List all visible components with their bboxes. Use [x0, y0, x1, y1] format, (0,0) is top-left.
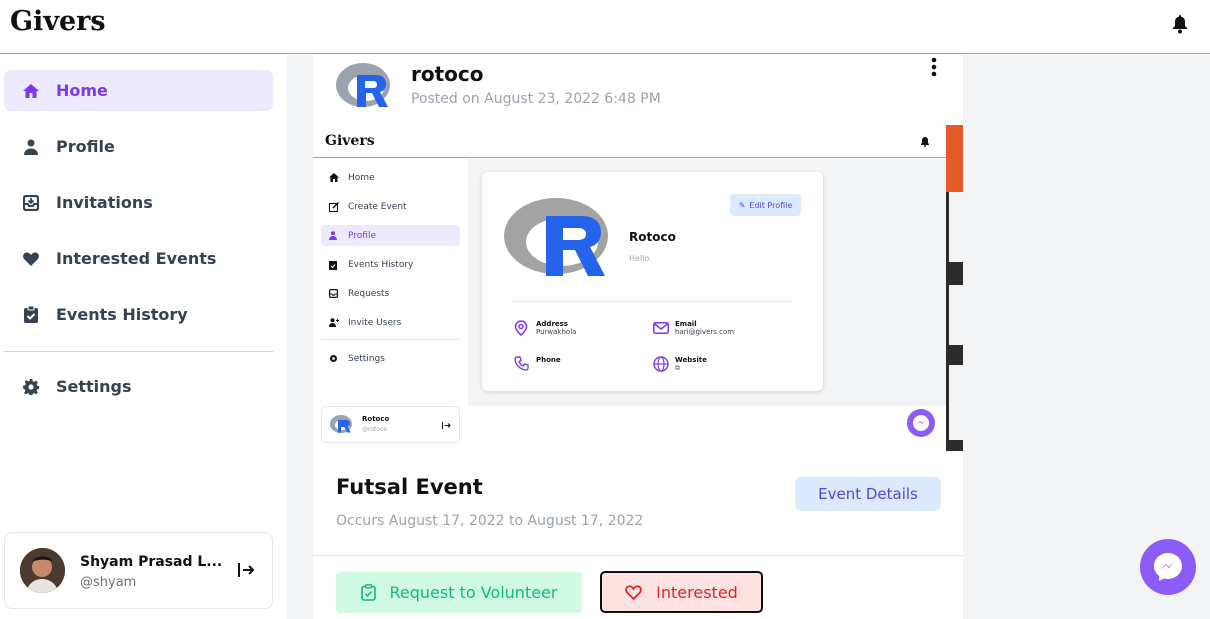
- post-card: rotoco Posted on August 23, 2022 6:48 PM…: [313, 55, 963, 619]
- sidebar-divider: [4, 351, 273, 352]
- user-card[interactable]: Shyam Prasad L... @shyam: [4, 532, 273, 609]
- image-home-icon: [329, 173, 339, 182]
- image-profile-card: ✎ Edit Profile Rotoco Hello Address Purwak…: [482, 172, 823, 391]
- image-nav-events-history: Events History: [321, 254, 460, 275]
- image-edit-profile-button: ✎ Edit Profile: [730, 194, 801, 216]
- request-to-volunteer-button[interactable]: Request to Volunteer: [336, 572, 582, 613]
- image-phone-icon: [514, 356, 529, 371]
- event-divider: [313, 555, 963, 556]
- image-user-avatar: [330, 415, 352, 433]
- event-details-button[interactable]: Event Details: [795, 477, 941, 511]
- image-mail-icon: [653, 322, 669, 334]
- sidebar-item-invitations[interactable]: Invitations: [4, 182, 273, 223]
- image-profile-divider: [512, 301, 792, 302]
- image-edit-icon: [329, 201, 339, 212]
- gear-icon: [22, 378, 40, 396]
- image-header: Givers: [313, 125, 946, 158]
- bell-icon[interactable]: [1172, 14, 1188, 38]
- image-right-edge: [946, 125, 963, 451]
- home-icon: [22, 82, 40, 100]
- image-content: ✎ Edit Profile Rotoco Hello Address Purwak…: [468, 159, 946, 406]
- post-image[interactable]: Givers Home Create Event Profile Events …: [313, 125, 963, 451]
- image-location-icon: [514, 320, 528, 336]
- sidebar-item-label: Settings: [56, 377, 132, 396]
- sidebar-item-interested-events[interactable]: Interested Events: [4, 238, 273, 279]
- image-nav-requests: Requests: [321, 283, 460, 304]
- sidebar-item-label: Interested Events: [56, 249, 217, 268]
- image-nav-settings: Settings: [321, 348, 460, 369]
- sidebar-item-profile[interactable]: Profile: [4, 126, 273, 167]
- sidebar-item-label: Invitations: [56, 193, 153, 212]
- image-user-icon: [329, 231, 339, 240]
- image-user-plus-icon: [329, 318, 339, 327]
- image-nav-create-event: Create Event: [321, 196, 460, 217]
- heart-icon: [22, 250, 40, 268]
- image-bell-icon: [921, 137, 929, 147]
- post-date: Posted on August 23, 2022 6:48 PM: [411, 91, 661, 107]
- event-title[interactable]: Futsal Event: [336, 475, 483, 499]
- interested-label: Interested: [656, 582, 738, 602]
- interested-button[interactable]: Interested: [600, 571, 763, 613]
- image-globe-icon: [653, 356, 669, 372]
- image-pencil-icon: ✎: [738, 200, 746, 210]
- messenger-icon: [1154, 553, 1182, 581]
- sidebar-item-label: Home: [56, 81, 108, 100]
- clipboard-check-icon: [22, 306, 40, 324]
- user-handle: @shyam: [80, 575, 137, 590]
- image-gear-icon: [329, 354, 339, 363]
- user-name: Shyam Prasad L...: [80, 554, 223, 570]
- image-nav-invite-users: Invite Users: [321, 312, 460, 333]
- sidebar-item-settings[interactable]: Settings: [4, 366, 273, 407]
- image-user-name: Rotoco: [362, 415, 390, 423]
- messenger-chat-button[interactable]: [1140, 539, 1196, 595]
- image-phone-field: Phone: [536, 356, 561, 364]
- image-inbox-icon: [329, 289, 339, 298]
- image-brand: Givers: [325, 133, 375, 149]
- sidebar-item-home[interactable]: Home: [4, 70, 273, 111]
- image-r-logo: [504, 194, 614, 284]
- image-clipboard-icon: [329, 260, 339, 270]
- image-logout-icon: [442, 422, 451, 429]
- image-website-field: Website ⧉: [675, 356, 707, 372]
- image-profile-bio: Hello: [629, 254, 650, 263]
- clipboard-check-icon: [360, 584, 376, 601]
- r-logo-avatar[interactable]: [335, 57, 397, 117]
- image-address-field: Address Purwakhola: [536, 320, 577, 336]
- image-messenger-icon: [907, 409, 935, 437]
- image-profile-name: Rotoco: [629, 230, 676, 244]
- sidebar-item-label: Events History: [56, 305, 188, 324]
- event-dates: Occurs August 17, 2022 to August 17, 202…: [336, 513, 644, 529]
- top-header: Givers: [0, 0, 1210, 54]
- right-panel: [963, 55, 1210, 619]
- user-icon: [22, 138, 40, 156]
- volunteer-label: Request to Volunteer: [389, 583, 558, 602]
- image-user-card: Rotoco @rotoco: [321, 406, 460, 443]
- inbox-icon: [22, 194, 40, 212]
- image-external-link-icon: ⧉: [675, 364, 680, 372]
- sidebar-item-events-history[interactable]: Events History: [4, 294, 273, 335]
- avatar: [20, 548, 65, 593]
- app-brand[interactable]: Givers: [10, 6, 106, 37]
- post-author[interactable]: rotoco: [411, 62, 484, 86]
- heart-outline-icon: [625, 584, 642, 600]
- image-nav-home: Home: [321, 167, 460, 188]
- image-sidebar-divider: [321, 339, 460, 340]
- sidebar-item-label: Profile: [56, 137, 115, 156]
- image-user-handle: @rotoco: [362, 426, 387, 433]
- sidebar: Home Profile Invitations Interested Even…: [0, 55, 282, 619]
- more-options-icon[interactable]: [931, 57, 937, 81]
- image-email-field: Email hari@givers.com: [675, 320, 735, 336]
- image-nav-profile: Profile: [321, 225, 460, 246]
- logout-icon[interactable]: [238, 562, 256, 581]
